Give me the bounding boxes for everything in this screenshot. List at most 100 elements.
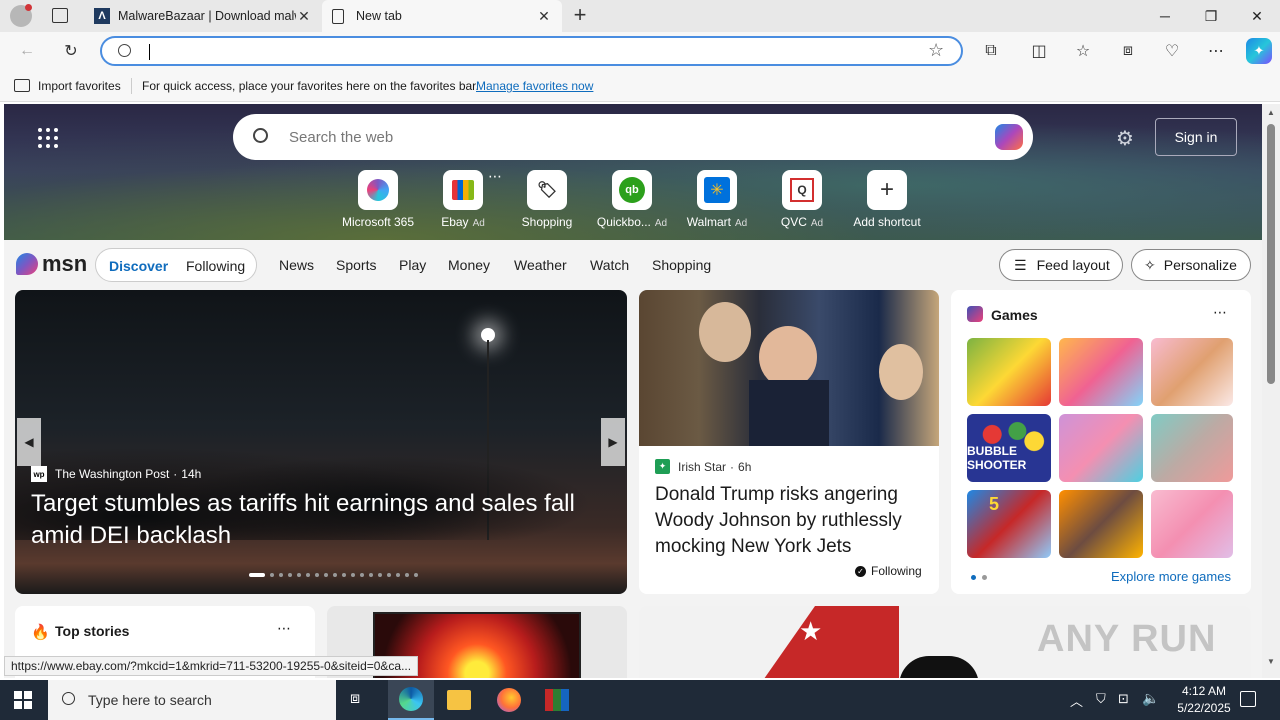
- flag-shape: [759, 606, 899, 678]
- nav-news[interactable]: News: [279, 257, 314, 273]
- gear-icon[interactable]: ⚙: [1116, 126, 1134, 151]
- profile-avatar[interactable]: [10, 4, 32, 27]
- story-source: wp The Washington Post · 14h: [31, 466, 201, 482]
- game-tile[interactable]: 5: [967, 490, 1051, 558]
- manage-favorites-link[interactable]: Manage favorites now: [476, 79, 593, 93]
- new-tab-plus-icon[interactable]: +: [568, 4, 592, 28]
- shortcut-quickbooks[interactable]: qb Quickbo... Ad: [590, 170, 674, 229]
- browser-essentials-icon[interactable]: ♡: [1161, 40, 1183, 62]
- shortcut-microsoft-365[interactable]: Microsoft 365: [336, 170, 420, 229]
- favorite-star-icon[interactable]: ☆: [928, 40, 944, 61]
- irish-star-icon: ✦: [655, 459, 670, 474]
- shortcut-shopping[interactable]: 🏷 Shopping: [505, 170, 589, 229]
- explore-more-games-link[interactable]: Explore more games: [1111, 569, 1231, 584]
- second-story-headline[interactable]: Donald Trump risks angering Woody Johnso…: [655, 482, 931, 560]
- main-story-card[interactable]: ◀ ▶ wp The Washington Post · 14h Target …: [15, 290, 627, 594]
- favorites-bar: Import favorites For quick access, place…: [0, 70, 1280, 102]
- tab-new-tab[interactable]: New tab ✕: [322, 0, 562, 32]
- refresh-icon[interactable]: ↻: [60, 40, 82, 62]
- shortcut-add[interactable]: + Add shortcut: [845, 170, 929, 229]
- story-card[interactable]: ★ ANY RUN: [639, 606, 1251, 678]
- favorites-icon[interactable]: ☆: [1072, 40, 1094, 62]
- quickbooks-icon: qb: [612, 170, 652, 210]
- apps-launcher-icon[interactable]: [38, 128, 58, 148]
- pill-following[interactable]: Following: [186, 258, 245, 274]
- pill-discover[interactable]: Discover: [109, 258, 168, 274]
- plus-icon: +: [867, 170, 907, 210]
- games-pager-dots[interactable]: [971, 575, 987, 580]
- taskbar-edge[interactable]: [388, 680, 434, 720]
- second-story-card[interactable]: ✦ Irish Star · 6h Donald Trump risks ang…: [639, 290, 939, 594]
- security-icon[interactable]: ⛉: [1096, 691, 1106, 707]
- collections-icon[interactable]: ⧈: [1117, 40, 1139, 62]
- nav-sports[interactable]: Sports: [336, 257, 376, 273]
- notifications-icon[interactable]: [1240, 691, 1256, 707]
- nav-weather[interactable]: Weather: [514, 257, 567, 273]
- copilot-icon[interactable]: ✦: [1246, 38, 1272, 64]
- feed-layout-button[interactable]: ☰ Feed layout: [999, 249, 1123, 281]
- msn-logo[interactable]: msn: [16, 251, 87, 277]
- nav-play[interactable]: Play: [399, 257, 426, 273]
- firefox-icon[interactable]: [497, 688, 521, 712]
- settings-more-icon[interactable]: ⋯: [1205, 40, 1227, 62]
- shortcut-qvc[interactable]: Q QVC Ad: [760, 170, 844, 229]
- shortcut-more-icon[interactable]: ⋯: [488, 168, 502, 185]
- nav-shopping[interactable]: Shopping: [652, 257, 711, 273]
- tab-actions-icon[interactable]: [52, 8, 68, 23]
- personalize-button[interactable]: ✧ Personalize: [1131, 249, 1251, 281]
- more-options-icon[interactable]: ⋯: [277, 620, 291, 637]
- tab-malwarebazaar[interactable]: Λ MalwareBazaar | Download malw ✕: [84, 0, 322, 32]
- address-bar[interactable]: ☆: [100, 36, 963, 66]
- carousel-prev-button[interactable]: ◀: [17, 418, 41, 466]
- close-tab-icon[interactable]: ✕: [536, 8, 552, 25]
- restore-button[interactable]: ❐: [1188, 0, 1234, 32]
- tab-title: New tab: [356, 9, 402, 23]
- web-search-box[interactable]: Search the web: [233, 114, 1033, 160]
- windows-start-icon[interactable]: [14, 691, 32, 709]
- taskbar-search-box[interactable]: Type here to search: [48, 680, 336, 720]
- nav-watch[interactable]: Watch: [590, 257, 629, 273]
- game-tile[interactable]: [1151, 414, 1233, 482]
- game-tile[interactable]: [1059, 490, 1143, 558]
- more-options-icon[interactable]: ⋯: [1213, 304, 1227, 321]
- game-tile[interactable]: [1151, 490, 1233, 558]
- minimize-button[interactable]: ─: [1142, 0, 1188, 32]
- scroll-down-arrow-icon[interactable]: ▼: [1267, 657, 1275, 666]
- shortcut-walmart[interactable]: ✳ Walmart Ad: [675, 170, 759, 229]
- import-favorites-button[interactable]: Import favorites: [38, 79, 121, 93]
- search-icon: [62, 692, 75, 705]
- carousel-next-button[interactable]: ▶: [601, 418, 625, 466]
- chevron-up-icon[interactable]: ︿: [1070, 691, 1083, 710]
- game-tile[interactable]: [1059, 414, 1143, 482]
- game-tile[interactable]: [1059, 338, 1143, 406]
- main-story-headline[interactable]: Target stumbles as tariffs hit earnings …: [31, 488, 611, 552]
- sign-in-button[interactable]: Sign in: [1155, 118, 1237, 156]
- taskbar-time[interactable]: 4:12 AM: [1172, 684, 1236, 698]
- msn-logo-text: msn: [42, 251, 88, 276]
- winrar-icon[interactable]: [545, 689, 569, 711]
- close-tab-icon[interactable]: ✕: [296, 8, 312, 25]
- scrollbar-thumb[interactable]: [1267, 124, 1275, 384]
- back-arrow-icon[interactable]: ←: [16, 40, 38, 62]
- game-tile[interactable]: [967, 338, 1051, 406]
- extensions-icon[interactable]: ⧉: [980, 40, 1002, 62]
- copilot-icon[interactable]: [995, 124, 1023, 150]
- split-screen-icon[interactable]: ◫: [1028, 40, 1050, 62]
- game-tile[interactable]: [1151, 338, 1233, 406]
- scroll-up-arrow-icon[interactable]: ▲: [1267, 108, 1275, 117]
- page-scrollbar[interactable]: ▲ ▼: [1262, 104, 1280, 678]
- following-badge[interactable]: ✓ Following: [855, 564, 922, 578]
- task-view-icon[interactable]: ⧈: [350, 690, 360, 708]
- network-icon[interactable]: ⊡: [1118, 691, 1129, 707]
- close-window-button[interactable]: ✕: [1234, 0, 1280, 32]
- taskbar-date[interactable]: 5/22/2025: [1166, 701, 1242, 715]
- ebay-bag-icon: [443, 170, 483, 210]
- flame-icon: 🔥: [31, 624, 50, 641]
- file-explorer-icon[interactable]: [447, 690, 471, 710]
- nav-money[interactable]: Money: [448, 257, 490, 273]
- game-tile-bubble-shooter[interactable]: BUBBLE SHOOTER: [967, 414, 1051, 482]
- volume-icon[interactable]: 🔈: [1142, 690, 1159, 707]
- qvc-icon: Q: [782, 170, 822, 210]
- shortcut-label: Add shortcut: [853, 215, 921, 229]
- carousel-dots[interactable]: [249, 573, 418, 577]
